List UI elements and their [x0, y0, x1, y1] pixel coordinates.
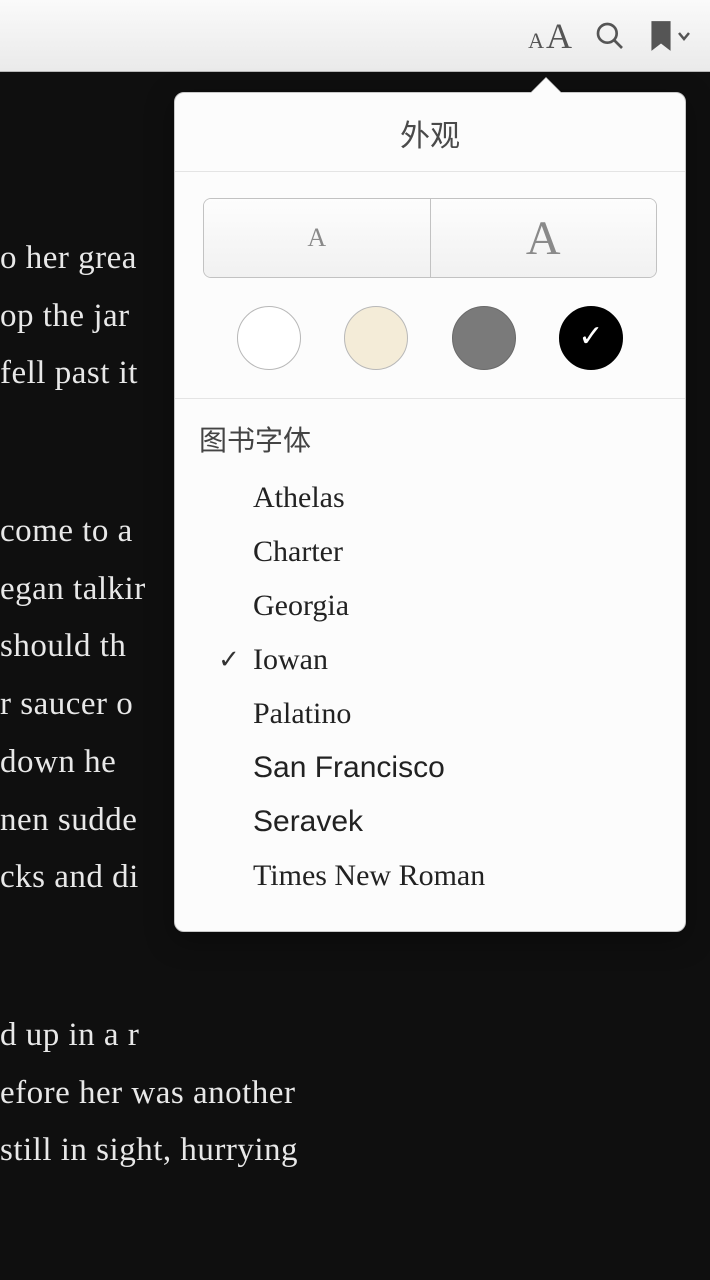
font-name-label: Seravek	[253, 805, 661, 839]
font-option-iowan[interactable]: ✓ Iowan	[199, 633, 661, 687]
theme-black[interactable]: ✓	[559, 306, 623, 370]
fonts-section: 图书字体 Athelas Charter Georgia ✓ Iowan Pal…	[175, 399, 685, 931]
decrease-font-button[interactable]: A	[204, 199, 431, 277]
font-name-label: Iowan	[253, 643, 661, 677]
popover-title: 外观	[175, 93, 685, 172]
fonts-label: 图书字体	[199, 419, 661, 459]
increase-font-button[interactable]: A	[431, 199, 657, 277]
font-name-label: Georgia	[253, 589, 661, 623]
toolbar: A A	[0, 0, 710, 72]
font-option-times-new-roman[interactable]: Times New Roman	[199, 849, 661, 903]
theme-white[interactable]	[237, 306, 301, 370]
font-option-athelas[interactable]: Athelas	[199, 471, 661, 525]
font-name-label: San Francisco	[253, 751, 661, 785]
font-size-control: A A	[203, 198, 657, 278]
font-option-palatino[interactable]: Palatino	[199, 687, 661, 741]
check-icon: ✓	[578, 319, 603, 354]
big-a-icon: A	[546, 15, 572, 57]
chevron-down-icon	[676, 28, 692, 44]
theme-sepia[interactable]	[344, 306, 408, 370]
check-icon: ✓	[205, 645, 253, 675]
font-name-label: Palatino	[253, 697, 661, 731]
popover-arrow	[530, 78, 562, 94]
bookmark-button[interactable]	[648, 19, 692, 53]
font-option-charter[interactable]: Charter	[199, 525, 661, 579]
bookmark-icon	[648, 19, 674, 53]
font-name-label: Charter	[253, 535, 661, 569]
font-option-georgia[interactable]: Georgia	[199, 579, 661, 633]
search-icon	[594, 20, 626, 52]
appearance-popover: 外观 A A ✓ 图书字体 Athelas Charter Georgia ✓ …	[174, 92, 686, 932]
theme-row: ✓	[175, 306, 685, 398]
font-name-label: Athelas	[253, 481, 661, 515]
search-button[interactable]	[594, 20, 626, 52]
small-a-icon: A	[528, 28, 544, 54]
appearance-button[interactable]: A A	[528, 15, 572, 57]
font-option-san-francisco[interactable]: San Francisco	[199, 741, 661, 795]
font-option-seravek[interactable]: Seravek	[199, 795, 661, 849]
theme-gray[interactable]	[452, 306, 516, 370]
font-name-label: Times New Roman	[253, 859, 661, 893]
reader-text-block: d up in a r efore her was another still …	[0, 1007, 710, 1180]
